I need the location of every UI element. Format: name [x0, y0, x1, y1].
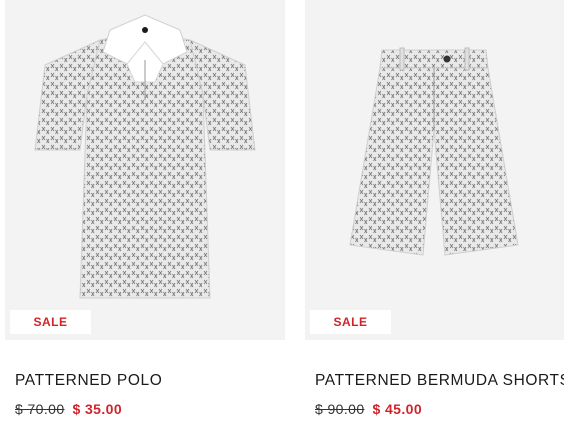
original-price: $ 70.00 [15, 401, 65, 417]
price-row: $ 90.00 $ 45.00 [315, 401, 422, 417]
sale-badge: SALE [310, 310, 391, 334]
product-image-polo[interactable] [5, 0, 285, 340]
product-title[interactable]: PATTERNED POLO [15, 372, 162, 390]
polo-shirt-image [34, 14, 256, 299]
sale-price: $ 35.00 [72, 401, 123, 417]
product-card-shorts[interactable]: SALE PATTERNED BERMUDA SHORTS $ 90.00 $ 4… [305, 0, 564, 430]
original-price: $ 90.00 [315, 401, 365, 417]
product-title[interactable]: PATTERNED BERMUDA SHORTS [315, 372, 564, 390]
sale-price: $ 45.00 [372, 401, 423, 417]
bermuda-shorts-image [349, 47, 519, 256]
product-image-shorts[interactable] [305, 0, 564, 340]
sale-badge: SALE [10, 310, 91, 334]
product-card-polo[interactable]: SALE PATTERNED POLO $ 70.00 $ 35.00 [5, 0, 285, 430]
price-row: $ 70.00 $ 35.00 [15, 401, 122, 417]
